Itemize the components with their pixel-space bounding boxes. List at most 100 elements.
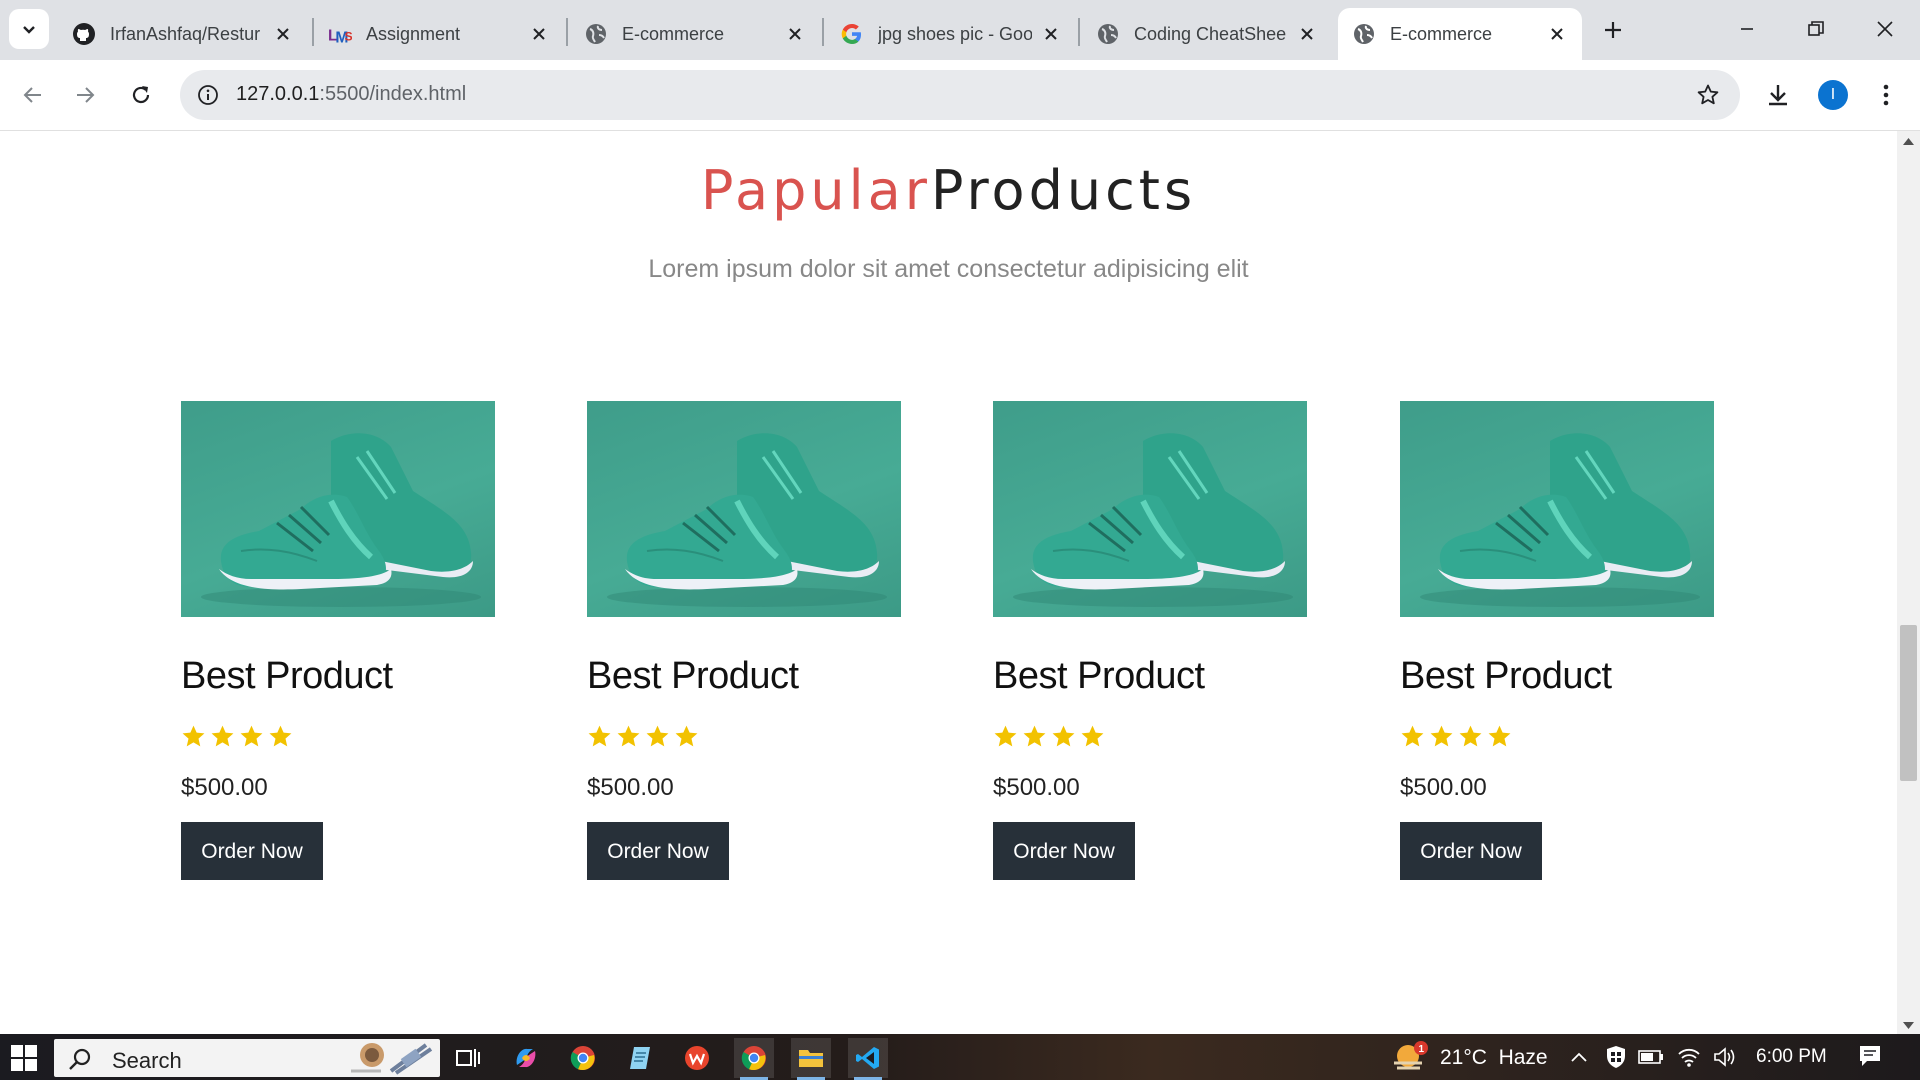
star-icon [588,725,611,747]
volume-tray-icon[interactable] [1712,1044,1738,1070]
shield-icon [1607,1046,1625,1068]
section-title-rest: Products [930,159,1197,222]
profile-avatar[interactable]: I [1818,80,1848,110]
close-window-button[interactable] [1860,4,1910,54]
forward-button[interactable] [66,76,104,114]
product-image [1400,401,1714,617]
shoe-image [607,433,887,607]
folder-icon [799,1050,823,1067]
new-tab-button[interactable] [1597,14,1629,46]
scrollbar-thumb[interactable] [1900,625,1917,781]
weather-text: 21°C Haze [1440,1046,1548,1069]
restore-button[interactable] [1791,4,1841,54]
show-hidden-icons-button[interactable] [1566,1044,1592,1070]
star-icon [1459,725,1482,747]
star-icon [269,725,292,747]
tab-separator [566,18,568,46]
search-icon [69,1048,91,1070]
close-icon[interactable] [528,23,550,45]
chrome-app-active[interactable] [734,1038,774,1080]
tab-ecommerce[interactable]: E-commerce [570,8,820,60]
product-price: $500.00 [587,774,674,801]
minimize-icon [1741,28,1753,30]
copilot-app[interactable] [506,1038,546,1078]
tab-search-button[interactable] [9,9,49,49]
rating-stars [1400,724,1714,752]
task-view-button[interactable] [448,1038,488,1078]
plus-icon [1605,22,1621,38]
arrow-left-icon [23,87,41,103]
order-now-button[interactable]: Order Now [587,822,729,880]
reload-icon [132,86,150,104]
site-info-icon[interactable] [194,81,222,109]
vertical-scrollbar[interactable] [1897,131,1920,1034]
address-bar[interactable]: 127.0.0.1:5500/index.html [180,70,1740,120]
section-subtitle: Lorem ipsum dolor sit amet consectetur a… [648,255,1249,283]
tab-title: E-commerce [1390,23,1493,44]
close-icon[interactable] [1296,23,1318,45]
product-price: $500.00 [993,774,1080,801]
taskbar-clock[interactable]: 6:00 PM [1756,1046,1827,1068]
weather-widget[interactable]: 1 21°C Haze [1390,1038,1548,1078]
section-title-accent: Papular [700,159,931,222]
url-path: :5500/index.html [319,83,467,105]
order-now-button[interactable]: Order Now [181,822,323,880]
notification-center-button[interactable] [1858,1044,1882,1073]
star-icon [182,725,205,747]
star-icon [1430,725,1453,747]
url-host: 127.0.0.1 [236,83,320,105]
tab-separator [822,18,824,46]
notes-app[interactable] [620,1038,660,1078]
product-card: Best Product $500.00 Order Now [993,401,1307,880]
product-card: Best Product $500.00 Order Now [181,401,495,880]
reload-button[interactable] [122,76,160,114]
close-icon[interactable] [1040,23,1062,45]
section-title: PapularProducts [0,159,1897,222]
search-highlight-illustration [351,1043,433,1075]
url-text: 127.0.0.1:5500/index.html [236,83,466,106]
scroll-up-arrow-icon[interactable] [1903,137,1914,145]
arrow-right-icon [77,87,95,103]
minimize-button[interactable] [1722,4,1772,54]
windows-start-button[interactable] [10,1044,38,1072]
wps-office-app[interactable] [677,1038,717,1078]
star-icon [1488,725,1511,747]
close-icon [1877,21,1893,37]
tab-coding-cheatsheet[interactable]: Coding CheatShee [1082,8,1332,60]
scroll-down-arrow-icon[interactable] [1903,1022,1914,1030]
globe-icon [1096,22,1120,46]
tab-google[interactable]: jpg shoes pic - Goo [826,8,1076,60]
close-icon[interactable] [1546,23,1568,45]
file-explorer-app[interactable] [791,1038,831,1080]
product-image [181,401,495,617]
globe-icon [584,22,608,46]
restore-icon [1808,21,1824,36]
star-icon [211,725,234,747]
battery-tray-icon[interactable] [1638,1044,1664,1070]
order-now-button[interactable]: Order Now [1400,822,1542,880]
star-icon [1052,725,1075,747]
rating-stars [587,724,901,752]
search-placeholder: Search [112,1048,182,1073]
browser-menu-button[interactable] [1868,77,1904,113]
close-icon[interactable] [784,23,806,45]
taskbar-search-box[interactable]: Search [54,1039,440,1077]
tab-title: jpg shoes pic - Goo [878,23,1032,44]
page-content: PapularProducts Lorem ipsum dolor sit am… [0,131,1897,1034]
vscode-icon [856,1047,879,1069]
downloads-button[interactable] [1760,77,1796,113]
tab-github[interactable]: IrfanAshfaq/Restur [58,8,308,60]
order-now-button[interactable]: Order Now [993,822,1135,880]
vscode-app[interactable] [848,1038,888,1080]
lms-icon: LMS [328,22,352,46]
security-tray-icon[interactable] [1603,1044,1629,1070]
bookmark-star-icon[interactable] [1694,81,1722,109]
tab-ecommerce-active[interactable]: E-commerce [1338,8,1582,60]
tab-assignment[interactable]: LMS Assignment [314,8,564,60]
chrome-app[interactable] [563,1038,603,1078]
network-tray-icon[interactable] [1676,1044,1702,1070]
tab-title: Assignment [366,23,461,44]
volume-icon [1714,1047,1735,1067]
close-icon[interactable] [272,23,294,45]
back-button[interactable] [14,76,52,114]
